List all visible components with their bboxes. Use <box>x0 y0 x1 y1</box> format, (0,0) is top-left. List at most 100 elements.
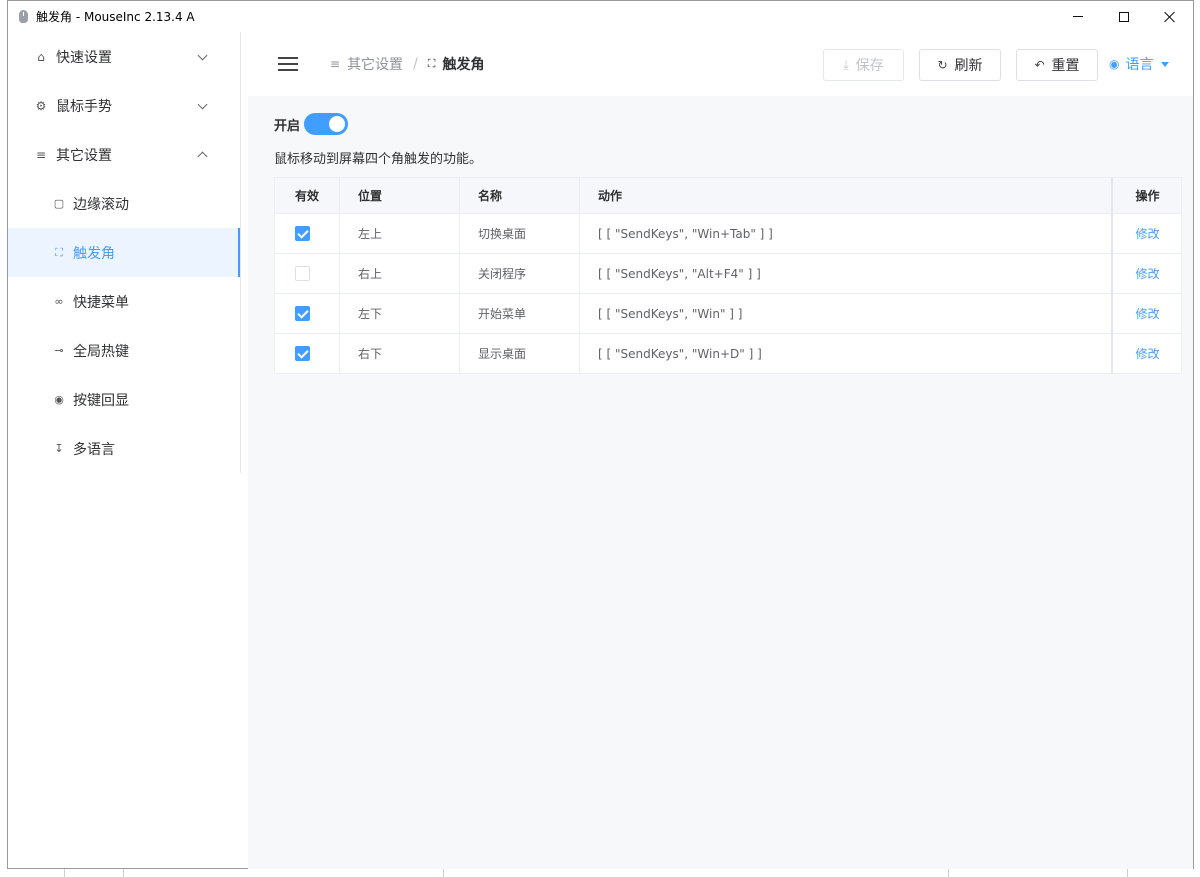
mouse-icon <box>19 10 28 23</box>
sidebar-group-label: 快速设置 <box>56 49 112 66</box>
link-icon: ∞ <box>54 295 64 308</box>
action-cell: [ [ "SendKeys", "Win+D" ] ] <box>579 333 1112 374</box>
mic-icon: ↧ <box>54 442 64 455</box>
background-divider <box>443 869 444 877</box>
toggle-label: 开启 <box>274 118 301 134</box>
sidebar-item-global-hotkey[interactable]: ⊸ 全局热键 <box>8 326 240 375</box>
home-icon: ⌂ <box>37 49 45 64</box>
table-row: 右上 关闭程序 [ [ "SendKeys", "Alt+F4" ] ] 修改 <box>274 253 1182 294</box>
name-cell: 开始菜单 <box>459 293 580 334</box>
action-cell: [ [ "SendKeys", "Win+Tab" ] ] <box>579 213 1112 254</box>
download-icon: ⤓ <box>843 57 849 72</box>
sidebar-item-label: 全局热键 <box>73 343 129 360</box>
close-button[interactable] <box>1147 1 1193 32</box>
edit-link[interactable]: 修改 <box>1110 333 1182 374</box>
feature-description: 鼠标移动到屏幕四个角触发的功能。 <box>274 152 483 167</box>
gear-icon: ⚙ <box>35 98 47 113</box>
menu-toggle-button[interactable] <box>278 57 298 71</box>
edit-link[interactable]: 修改 <box>1110 293 1182 334</box>
page-header: ≡ 其它设置 / ⛶ 触发角 ⤓ 保存 ↻ 刷新 ↶ 重置 ◉ 语言 <box>248 32 1193 96</box>
action-cell: [ [ "SendKeys", "Alt+F4" ] ] <box>579 253 1112 294</box>
sidebar-group-quick-settings[interactable]: ⌂ 快速设置 <box>8 32 240 81</box>
hamburger-icon <box>278 69 298 71</box>
background-strip <box>0 869 1200 877</box>
chevron-down-icon <box>197 50 208 61</box>
sidebar-item-label: 边缘滚动 <box>73 196 129 213</box>
corners-icon: ⛶ <box>427 57 436 70</box>
edit-link[interactable]: 修改 <box>1110 213 1182 254</box>
undo-icon: ↶ <box>1034 58 1045 72</box>
corners-icon: ⛶ <box>55 245 63 259</box>
key-icon: ⊸ <box>54 344 64 357</box>
column-header-action: 动作 <box>579 177 1112 214</box>
name-cell: 切换桌面 <box>459 213 580 254</box>
enabled-cell <box>274 253 340 294</box>
language-dropdown[interactable]: ◉ 语言 <box>1109 54 1170 74</box>
enabled-checkbox[interactable] <box>295 226 310 241</box>
globe-icon: ◉ <box>1109 57 1120 71</box>
minimize-button[interactable] <box>1055 1 1101 32</box>
enabled-checkbox[interactable] <box>295 306 310 321</box>
sidebar-group-mouse-gesture[interactable]: ⚙ 鼠标手势 <box>8 81 240 130</box>
table-row: 左下 开始菜单 [ [ "SendKeys", "Win" ] ] 修改 <box>274 293 1182 334</box>
language-label: 语言 <box>1125 57 1154 73</box>
switch-knob <box>329 116 346 132</box>
column-header-name: 名称 <box>459 177 580 214</box>
enabled-cell <box>274 293 340 334</box>
title-bar: 触发角 - MouseInc 2.13.4 A <box>8 1 1193 32</box>
sidebar-item-label: 触发角 <box>73 245 115 262</box>
refresh-button[interactable]: ↻ 刷新 <box>919 49 1001 81</box>
refresh-icon: ↻ <box>937 58 948 72</box>
chevron-down-icon <box>197 99 208 110</box>
save-button[interactable]: ⤓ 保存 <box>823 49 904 81</box>
name-cell: 显示桌面 <box>459 333 580 374</box>
sidebar-item-label: 快捷菜单 <box>73 294 129 311</box>
eye-icon: ◉ <box>54 393 64 406</box>
sidebar-item-quick-menu[interactable]: ∞ 快捷菜单 <box>8 277 240 326</box>
column-header-operation: 操作 <box>1110 177 1182 214</box>
chevron-up-icon <box>197 151 208 162</box>
sidebar-item-language[interactable]: ↧ 多语言 <box>8 424 240 473</box>
enable-switch[interactable] <box>304 113 349 135</box>
save-label: 保存 <box>855 58 884 74</box>
reset-label: 重置 <box>1051 58 1080 74</box>
monitor-icon: ▢ <box>53 197 65 210</box>
background-divider <box>948 869 1128 877</box>
enabled-cell <box>274 213 340 254</box>
edit-link[interactable]: 修改 <box>1110 253 1182 294</box>
enabled-checkbox[interactable] <box>295 346 310 361</box>
sidebar-item-key-echo[interactable]: ◉ 按键回显 <box>8 375 240 424</box>
reset-button[interactable]: ↶ 重置 <box>1016 49 1098 81</box>
maximize-button[interactable] <box>1101 1 1147 32</box>
breadcrumb: ≡ 其它设置 / ⛶ 触发角 <box>330 54 484 74</box>
window-title: 触发角 - MouseInc 2.13.4 A <box>36 10 195 24</box>
sidebar-group-label: 鼠标手势 <box>56 98 112 115</box>
position-cell: 左上 <box>339 213 460 254</box>
sliders-icon: ≡ <box>35 147 47 162</box>
table-header-row: 有效 位置 名称 动作 操作 <box>274 177 1182 214</box>
maximize-icon <box>1119 11 1129 22</box>
enable-toggle-row: 开启 <box>274 113 349 135</box>
main-panel: ≡ 其它设置 / ⛶ 触发角 ⤓ 保存 ↻ 刷新 ↶ 重置 ◉ 语言 开启 鼠标… <box>248 32 1193 869</box>
app-window: 触发角 - MouseInc 2.13.4 A ⌂ 快速设置 ⚙ 鼠标手势 ≡ … <box>7 0 1194 869</box>
sidebar-item-trigger-corner[interactable]: ⛶ 触发角 <box>8 228 240 277</box>
breadcrumb-parent[interactable]: 其它设置 <box>347 54 403 74</box>
position-cell: 右上 <box>339 253 460 294</box>
sidebar-group-other-settings[interactable]: ≡ 其它设置 <box>8 130 240 179</box>
enabled-checkbox[interactable] <box>295 266 310 281</box>
sidebar-item-label: 按键回显 <box>73 392 129 409</box>
sidebar-item-edge-scroll[interactable]: ▢ 边缘滚动 <box>8 179 240 228</box>
minimize-icon <box>1073 16 1083 17</box>
sidebar-group-label: 其它设置 <box>56 147 112 164</box>
column-header-position: 位置 <box>339 177 460 214</box>
hamburger-icon <box>278 57 298 59</box>
enabled-cell <box>274 333 340 374</box>
breadcrumb-current: 触发角 <box>442 57 485 73</box>
close-icon <box>1164 11 1176 23</box>
trigger-corner-table: 有效 位置 名称 动作 操作 左上 切换桌面 [ [ "SendKeys", "… <box>274 177 1182 374</box>
breadcrumb-separator: / <box>413 56 418 72</box>
table-row: 左上 切换桌面 [ [ "SendKeys", "Win+Tab" ] ] 修改 <box>274 213 1182 254</box>
sliders-icon: ≡ <box>330 57 341 71</box>
name-cell: 关闭程序 <box>459 253 580 294</box>
window-controls <box>1055 1 1193 32</box>
